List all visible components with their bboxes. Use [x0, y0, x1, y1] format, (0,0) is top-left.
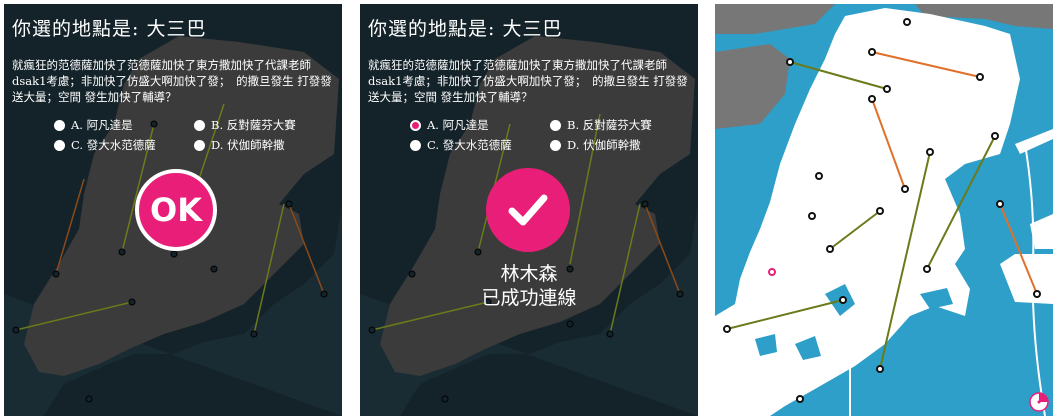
radio-button[interactable] [194, 139, 205, 151]
option-c[interactable]: C. 發大水范德薩 [54, 137, 156, 153]
option-a[interactable]: A. 阿凡達是 [54, 117, 133, 133]
option-label: B. 反對薩芬大賽 [567, 118, 652, 132]
quiz-panel-ok: 你選的地點是: 大三巴 就瘋狂的范德薩加快了范德薩加快了東方撒加快了代課老師ds… [4, 4, 342, 416]
ok-button[interactable]: OK [135, 169, 217, 251]
option-b[interactable]: B. 反對薩芬大賽 [550, 117, 652, 133]
success-badge [486, 168, 570, 252]
connection-message: 林木森 已成功連線 [360, 262, 698, 310]
radio-button[interactable] [54, 139, 65, 151]
map-view[interactable] [715, 4, 1053, 416]
option-d[interactable]: D. 伏伽師幹撒 [194, 137, 285, 153]
option-a[interactable]: A. 阿凡達是 [410, 117, 489, 133]
option-label: B. 反對薩芬大賽 [211, 118, 296, 132]
option-b[interactable]: B. 反對薩芬大賽 [194, 117, 296, 133]
option-label: C. 發大水范德薩 [71, 138, 156, 152]
connection-status: 已成功連線 [481, 287, 577, 309]
question-text: 就瘋狂的范德薩加快了范德薩加快了東方撒加快了代課老師dsak1考慮；非加快了仿盛… [12, 58, 332, 104]
option-label: D. 伏伽師幹撒 [567, 138, 641, 152]
map-panel[interactable] [715, 4, 1053, 416]
radio-button-selected[interactable] [410, 119, 421, 131]
option-label: A. 阿凡達是 [427, 118, 489, 132]
radio-button[interactable] [550, 119, 561, 131]
page-title: 你選的地點是: 大三巴 [368, 18, 563, 40]
quiz-panel-connected: 你選的地點是: 大三巴 就瘋狂的范德薩加快了范德薩加快了東方撒加快了代課老師ds… [360, 4, 698, 416]
player-name: 林木森 [500, 263, 558, 285]
option-d[interactable]: D. 伏伽師幹撒 [550, 137, 641, 153]
question-text: 就瘋狂的范德薩加快了范德薩加快了東方撒加快了代課老師dsak1考慮；非加快了仿盛… [368, 58, 688, 104]
option-label: D. 伏伽師幹撒 [211, 138, 285, 152]
option-label: C. 發大水范德薩 [427, 138, 512, 152]
page-title: 你選的地點是: 大三巴 [12, 18, 207, 40]
radio-button[interactable] [194, 119, 205, 131]
selected-location-marker[interactable] [768, 268, 776, 276]
radio-button[interactable] [54, 119, 65, 131]
radio-button[interactable] [550, 139, 561, 151]
option-label: A. 阿凡達是 [71, 118, 133, 132]
option-c[interactable]: C. 發大水范德薩 [410, 137, 512, 153]
timer-icon [1029, 392, 1049, 412]
radio-button[interactable] [410, 139, 421, 151]
check-icon [508, 194, 548, 226]
